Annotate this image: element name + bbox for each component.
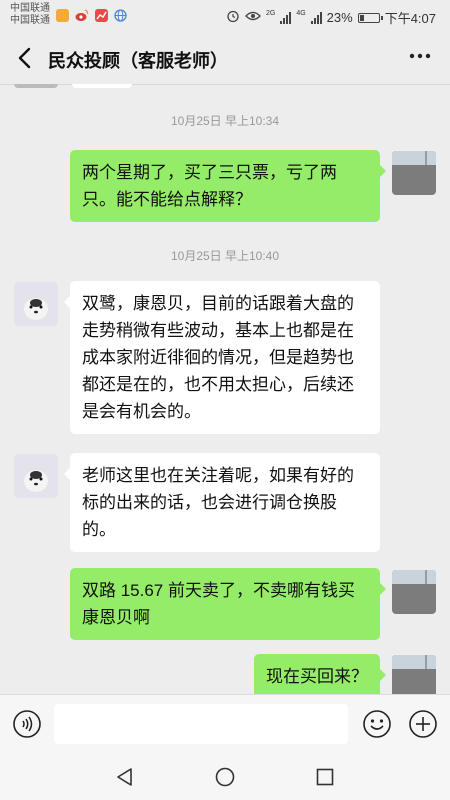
teacher-avatar[interactable] — [14, 454, 58, 498]
weibo-icon — [75, 9, 89, 25]
nav-back-icon[interactable] — [114, 766, 136, 788]
alarm-icon — [226, 9, 240, 26]
battery-fill — [359, 14, 364, 21]
battery-percent: 23% — [326, 10, 353, 25]
notification-app-icons — [56, 9, 127, 25]
timestamp: 10月25日 早上10:40 — [170, 249, 280, 263]
my-avatar[interactable] — [392, 570, 436, 614]
message-list[interactable]: 10月25日 早上10:34 两个星期了，买了三只票，亏了两只。能不能给点解释？… — [0, 84, 450, 694]
message-bubble-incoming[interactable]: 老师这里也在关注着呢，如果有好的标的出来的话，也会进行调仓换股的。 — [64, 453, 380, 552]
more-dots-icon[interactable] — [408, 46, 432, 69]
chat-header: 民众投顾（客服老师） — [0, 32, 450, 85]
stock-chart-icon — [95, 9, 108, 22]
input-bar — [0, 694, 450, 755]
network-tag-2: 4G — [296, 10, 306, 17]
my-avatar[interactable] — [392, 151, 436, 195]
battery-icon — [357, 12, 383, 23]
timestamp: 10月25日 早上10:34 — [170, 114, 280, 128]
stock-app-icon — [56, 9, 69, 22]
voice-icon[interactable] — [12, 709, 42, 739]
message-input[interactable] — [54, 704, 348, 744]
status-bar: 中国联通 中国联通 2G 4G 23% 下午4:07 — [0, 0, 450, 32]
message-bubble-outgoing[interactable]: 现在买回来？ — [254, 654, 386, 694]
my-avatar[interactable] — [392, 655, 436, 694]
system-nav-bar — [0, 754, 450, 800]
avatar-partial — [14, 84, 58, 88]
network-tag-1: 2G — [265, 10, 276, 17]
message-bubble-outgoing[interactable]: 两个星期了，买了三只票，亏了两只。能不能给点解释？ — [70, 150, 386, 222]
browser-icon — [114, 9, 127, 25]
carrier-1: 中国联通 — [10, 3, 50, 14]
carrier-2: 中国联通 — [10, 15, 50, 26]
eye-icon — [245, 10, 261, 25]
chat-title: 民众投顾（客服老师） — [48, 51, 228, 71]
emoji-icon[interactable] — [362, 709, 392, 739]
chevron-left-icon[interactable] — [14, 44, 38, 72]
carrier-labels: 中国联通 中国联通 — [10, 3, 50, 27]
message-bubble-incoming[interactable]: 双鹭，康恩贝，目前的话跟着大盘的走势稍微有些波动，基本上也都是在成本家附近徘徊的… — [64, 281, 380, 434]
status-indicators: 2G 4G 23% 下午4:07 — [226, 8, 436, 27]
signal-icon — [280, 11, 292, 24]
nav-recent-icon[interactable] — [314, 766, 336, 788]
message-bubble-partial — [72, 84, 132, 88]
teacher-avatar[interactable] — [14, 282, 58, 326]
plus-icon[interactable] — [408, 709, 438, 739]
message-bubble-outgoing[interactable]: 双路 15.67 前天卖了，不卖哪有钱买康恩贝啊 — [70, 568, 386, 640]
status-time: 下午4:07 — [384, 11, 436, 26]
nav-home-icon[interactable] — [214, 766, 236, 788]
signal-icon-2 — [310, 11, 322, 24]
